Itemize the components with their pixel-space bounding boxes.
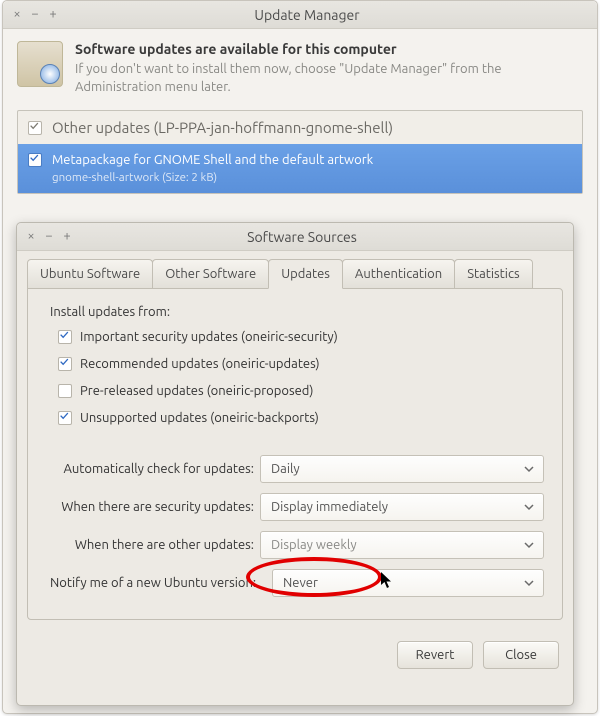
update-subtext: If you don't want to install them now, c… — [75, 61, 583, 96]
tab-other-software[interactable]: Other Software — [152, 259, 269, 289]
checkbox-row-recommended[interactable]: Recommended updates (oneiric-updates) — [58, 356, 544, 371]
auto-check-label: Automatically check for updates: — [50, 462, 260, 476]
row-security-updates: When there are security updates: Display… — [50, 493, 544, 521]
update-group: Other updates (LP-PPA-jan-hoffmann-gnome… — [17, 110, 583, 194]
row-other-updates: When there are other updates: Display we… — [50, 531, 544, 559]
update-header-text: Software updates are available for this … — [75, 41, 583, 96]
combo-value: Display immediately — [271, 500, 388, 514]
checkbox-backports[interactable] — [58, 411, 72, 425]
notify-new-version-combo[interactable]: Never — [272, 569, 544, 597]
update-heading: Software updates are available for this … — [75, 41, 583, 57]
chevron-down-icon — [523, 463, 535, 475]
item-checkbox[interactable] — [28, 153, 42, 167]
tab-authentication[interactable]: Authentication — [342, 259, 455, 289]
close-icon[interactable]: × — [11, 9, 23, 21]
update-list-row[interactable]: Metapackage for GNOME Shell and the defa… — [18, 144, 582, 193]
checkbox-row-proposed[interactable]: Pre-released updates (oneiric-proposed) — [58, 383, 544, 398]
window-title: Update Manager — [65, 7, 549, 23]
checkbox-label: Important security updates (oneiric-secu… — [80, 330, 338, 344]
maximize-icon[interactable]: + — [61, 231, 73, 243]
chevron-down-icon — [523, 539, 535, 551]
close-icon[interactable]: × — [25, 231, 37, 243]
dialog-buttons: Revert Close — [17, 631, 573, 679]
checkbox-proposed[interactable] — [58, 384, 72, 398]
update-group-head[interactable]: Other updates (LP-PPA-jan-hoffmann-gnome… — [18, 111, 582, 144]
chevron-down-icon — [523, 501, 535, 513]
combo-value: Never — [283, 576, 318, 590]
install-from-label: Install updates from: — [50, 305, 544, 319]
checkbox-row-security[interactable]: Important security updates (oneiric-secu… — [58, 329, 544, 344]
software-sources-window: × − + Software Sources Ubuntu Software O… — [16, 222, 574, 706]
tab-statistics[interactable]: Statistics — [454, 259, 532, 289]
chevron-down-icon — [523, 577, 535, 589]
package-icon — [17, 41, 63, 87]
update-manager-content: Software updates are available for this … — [3, 29, 597, 206]
tab-panel-updates: Install updates from: Important security… — [27, 288, 563, 620]
row-notify-new-version: Notify me of a new Ubuntu version: Never — [50, 569, 544, 597]
group-title: Other updates (LP-PPA-jan-hoffmann-gnome… — [52, 119, 393, 136]
minimize-icon[interactable]: − — [43, 231, 55, 243]
other-updates-label: When there are other updates: — [50, 538, 260, 552]
update-header: Software updates are available for this … — [17, 41, 583, 96]
other-updates-combo[interactable]: Display weekly — [260, 531, 544, 559]
update-item-text: Metapackage for GNOME Shell and the defa… — [52, 152, 373, 185]
close-button[interactable]: Close — [483, 641, 559, 669]
checkbox-row-backports[interactable]: Unsupported updates (oneiric-backports) — [58, 410, 544, 425]
update-item-sub: gnome-shell-artwork (Size: 2 kB) — [52, 170, 373, 186]
auto-check-combo[interactable]: Daily — [260, 455, 544, 483]
minimize-icon[interactable]: − — [29, 9, 41, 21]
tabbar: Ubuntu Software Other Software Updates A… — [27, 259, 563, 289]
combo-value: Daily — [271, 462, 300, 476]
security-updates-label: When there are security updates: — [50, 500, 260, 514]
window-title: Software Sources — [79, 229, 525, 245]
tab-ubuntu-software[interactable]: Ubuntu Software — [27, 259, 153, 289]
combo-value: Display weekly — [271, 538, 357, 552]
update-item-desc: Metapackage for GNOME Shell and the defa… — [52, 152, 373, 170]
maximize-icon[interactable]: + — [47, 9, 59, 21]
checkbox-label: Pre-released updates (oneiric-proposed) — [80, 384, 313, 398]
revert-button[interactable]: Revert — [397, 641, 473, 669]
checkbox-label: Unsupported updates (oneiric-backports) — [80, 411, 319, 425]
notify-new-version-label: Notify me of a new Ubuntu version: — [50, 576, 272, 590]
checkbox-label: Recommended updates (oneiric-updates) — [80, 357, 320, 371]
row-auto-check: Automatically check for updates: Daily — [50, 455, 544, 483]
group-checkbox[interactable] — [28, 121, 42, 135]
security-updates-combo[interactable]: Display immediately — [260, 493, 544, 521]
checkbox-security[interactable] — [58, 330, 72, 344]
checkbox-recommended[interactable] — [58, 357, 72, 371]
tab-updates[interactable]: Updates — [268, 259, 343, 289]
software-sources-titlebar[interactable]: × − + Software Sources — [17, 223, 573, 251]
update-manager-titlebar[interactable]: × − + Update Manager — [3, 1, 597, 29]
